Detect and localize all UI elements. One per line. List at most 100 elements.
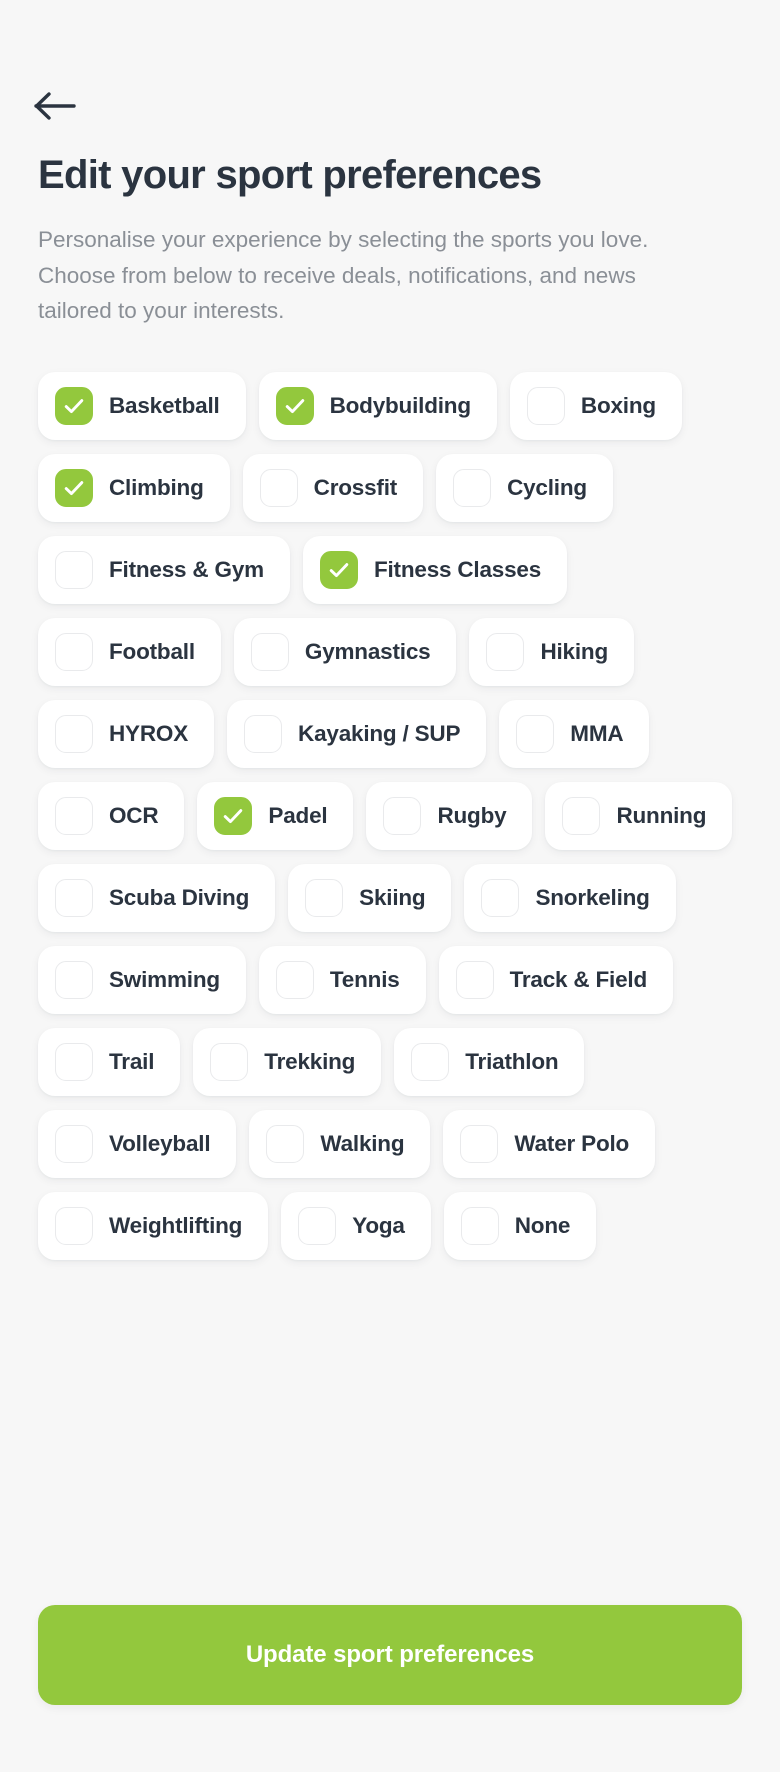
sport-chip-label: Volleyball — [109, 1130, 211, 1156]
sport-chip-label: Snorkeling — [535, 884, 650, 910]
sport-chip-label: Boxing — [580, 392, 656, 418]
checkbox-icon[interactable] — [55, 797, 93, 835]
checkbox-icon[interactable] — [305, 879, 344, 917]
sport-chip[interactable]: Water Polo — [443, 1110, 656, 1178]
sport-chip-label: Skiing — [359, 884, 426, 910]
sport-preferences-screen: Edit your sport preferences Personalise … — [0, 0, 780, 1772]
checkbox-checked-icon[interactable] — [55, 469, 93, 507]
sport-chip[interactable]: Fitness & Gym — [38, 536, 290, 604]
checkbox-icon[interactable] — [55, 1207, 93, 1245]
sport-chip[interactable]: Fitness Classes — [302, 536, 568, 604]
sport-chip[interactable]: Cycling — [436, 454, 613, 522]
sport-chip[interactable]: Trekking — [193, 1028, 382, 1096]
checkbox-icon[interactable] — [383, 797, 422, 835]
sport-chip-label: Rugby — [437, 802, 507, 828]
sport-chip[interactable]: Skiing — [288, 864, 452, 932]
checkbox-icon[interactable] — [55, 633, 93, 671]
sport-chip-label: Water Polo — [514, 1130, 630, 1156]
sport-chip[interactable]: Snorkeling — [464, 864, 676, 932]
sport-chip-label: Weightlifting — [109, 1212, 243, 1238]
sport-chip-grid: Basketball Bodybuilding Boxing Climbing Cros… — [38, 372, 742, 1260]
sport-chip[interactable]: Padel — [197, 782, 354, 850]
arrow-left-icon — [34, 91, 78, 121]
checkbox-checked-icon[interactable] — [275, 387, 314, 425]
sport-chip[interactable]: Basketball — [38, 372, 246, 440]
sport-chip[interactable]: Tennis — [258, 946, 426, 1014]
sport-chip-label: Football — [109, 638, 195, 664]
sport-chip[interactable]: Football — [38, 618, 221, 686]
sport-chip[interactable]: Bodybuilding — [258, 372, 497, 440]
sport-chip[interactable]: None — [443, 1192, 597, 1260]
sport-chip[interactable]: Rugby — [366, 782, 533, 850]
sport-chip[interactable]: Running — [545, 782, 733, 850]
checkbox-icon[interactable] — [562, 797, 601, 835]
sport-chip[interactable]: HYROX — [38, 700, 215, 768]
sport-chip-label: Cycling — [507, 474, 587, 500]
checkbox-icon[interactable] — [55, 879, 93, 917]
sport-chip[interactable]: Yoga — [281, 1192, 431, 1260]
sport-chip[interactable]: Swimming — [38, 946, 246, 1014]
checkbox-icon[interactable] — [455, 961, 494, 999]
sport-chip-label: Yoga — [352, 1212, 405, 1238]
sport-chip[interactable]: MMA — [499, 700, 650, 768]
sport-chip[interactable]: Track & Field — [438, 946, 674, 1014]
sport-chip[interactable]: Hiking — [469, 618, 635, 686]
checkbox-icon[interactable] — [516, 715, 555, 753]
sport-chip[interactable]: Scuba Diving — [38, 864, 276, 932]
checkbox-icon[interactable] — [266, 1125, 305, 1163]
sport-chip[interactable]: Crossfit — [242, 454, 424, 522]
checkbox-icon[interactable] — [210, 1043, 249, 1081]
sport-chip-label: Crossfit — [313, 474, 398, 500]
update-sport-preferences-button[interactable]: Update sport preferences — [38, 1605, 742, 1705]
checkbox-checked-icon[interactable] — [319, 551, 358, 589]
sport-chip-label: Fitness Classes — [373, 556, 542, 582]
sport-chip-label: Padel — [268, 802, 328, 828]
sport-chip-label: Gymnastics — [304, 638, 431, 664]
sport-chip-label: MMA — [570, 720, 624, 746]
checkbox-icon[interactable] — [460, 1125, 499, 1163]
checkbox-checked-icon[interactable] — [55, 387, 93, 425]
sport-chip[interactable]: Boxing — [509, 372, 682, 440]
sport-chip[interactable]: Gymnastics — [233, 618, 457, 686]
checkbox-icon[interactable] — [259, 469, 298, 507]
sport-chip[interactable]: Trail — [38, 1028, 181, 1096]
sport-chip-label: Kayaking / SUP — [298, 720, 461, 746]
sport-chip-label: Running — [616, 802, 707, 828]
sport-chip[interactable]: Walking — [249, 1110, 431, 1178]
sport-chip[interactable]: Kayaking / SUP — [227, 700, 487, 768]
checkbox-icon[interactable] — [486, 633, 525, 671]
back-button[interactable] — [34, 84, 86, 128]
sport-chip-label: Climbing — [109, 474, 204, 500]
sport-chip-label: Bodybuilding — [329, 392, 472, 418]
checkbox-icon[interactable] — [55, 715, 93, 753]
page-description: Personalise your experience by selecting… — [38, 227, 649, 323]
sport-chip[interactable]: Volleyball — [38, 1110, 237, 1178]
checkbox-icon[interactable] — [244, 715, 283, 753]
checkbox-icon[interactable] — [55, 1125, 93, 1163]
checkbox-icon[interactable] — [460, 1207, 499, 1245]
sport-chip[interactable]: Triathlon — [394, 1028, 585, 1096]
sport-chip-label: OCR — [109, 802, 159, 828]
sport-chip-label: Scuba Diving — [109, 884, 250, 910]
checkbox-icon[interactable] — [411, 1043, 450, 1081]
checkbox-icon[interactable] — [250, 633, 289, 671]
sport-chip-label: Tennis — [329, 966, 400, 992]
sport-chip-label: None — [514, 1212, 571, 1238]
sport-chip[interactable]: Weightlifting — [38, 1192, 269, 1260]
checkbox-icon[interactable] — [275, 961, 314, 999]
sport-chip[interactable]: OCR — [38, 782, 185, 850]
checkbox-icon[interactable] — [453, 469, 492, 507]
sport-chip-label: Hiking — [540, 638, 609, 664]
page-title: Edit your sport preferences — [38, 153, 542, 197]
checkbox-icon[interactable] — [526, 387, 565, 425]
sport-chip-label: Track & Field — [509, 966, 648, 992]
checkbox-icon[interactable] — [55, 551, 93, 589]
checkbox-icon[interactable] — [481, 879, 520, 917]
sport-chip-label: Trekking — [264, 1048, 356, 1074]
checkbox-icon[interactable] — [55, 1043, 93, 1081]
sport-chip[interactable]: Climbing — [38, 454, 230, 522]
checkbox-checked-icon[interactable] — [214, 797, 253, 835]
checkbox-icon[interactable] — [298, 1207, 337, 1245]
checkbox-icon[interactable] — [55, 961, 93, 999]
sport-chip-label: Trail — [109, 1048, 155, 1074]
